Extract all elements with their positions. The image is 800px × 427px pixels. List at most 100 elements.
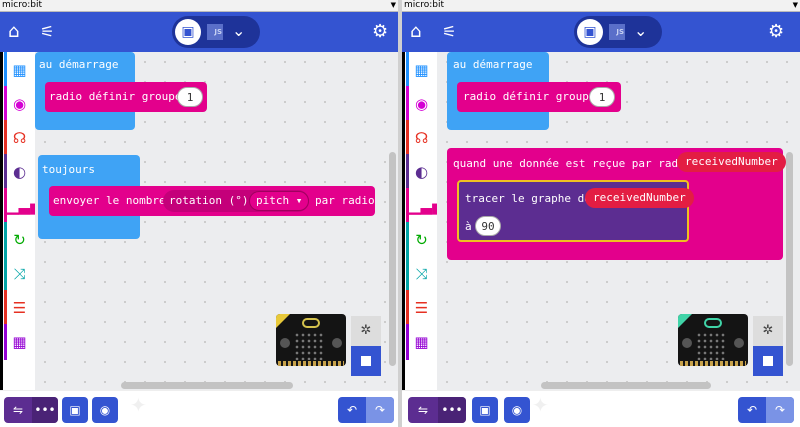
plot-max-input[interactable]: 90 [475, 216, 501, 236]
list-icon[interactable]: ☰ [4, 290, 32, 326]
more-icon[interactable]: ••• [32, 397, 58, 423]
signal-icon[interactable]: ▁▃▅ [406, 188, 444, 224]
simulator-controls: ✲ [753, 316, 783, 376]
window-title-text: micro:bit [2, 0, 42, 10]
title-dropdown-icon[interactable]: ▼ [391, 0, 396, 11]
radio-send-number-block[interactable]: envoyer le nombre rotation (°) pitch ▾ p… [49, 186, 375, 216]
group-number-input[interactable]: 1 [177, 87, 203, 107]
github-glyph: ◉ [511, 403, 523, 417]
simulator-led-grid [696, 332, 726, 360]
calculator-icon[interactable]: ▦ [4, 324, 32, 360]
save-icon[interactable]: ▣ [62, 397, 88, 423]
undo-icon[interactable]: ↶ [338, 397, 366, 423]
window-title: micro:bit ▼ [402, 0, 800, 12]
simulator-logo [704, 318, 722, 328]
stop-icon[interactable] [351, 346, 381, 376]
gear-icon[interactable]: ⚙ [768, 22, 784, 42]
plot-to-label: à [465, 220, 472, 233]
download-group: ⇋ ••• [4, 397, 58, 423]
radio-set-group-block[interactable]: radio définir groupe 1 [45, 82, 207, 112]
microbit-simulator[interactable] [276, 314, 346, 366]
share-icon[interactable]: ⚟ [40, 22, 54, 42]
microbit-simulator[interactable] [678, 314, 748, 366]
simulator-led-grid [294, 332, 324, 360]
shuffle-icon[interactable]: ⤨ [4, 256, 32, 292]
shuffle-icon[interactable]: ⤨ [406, 256, 434, 292]
radio-icon[interactable]: ◉ [406, 86, 434, 122]
simulator-pins [278, 361, 344, 366]
toolbox-edge [402, 52, 405, 390]
toolbox: ▦ ◉ ☊ ◐ ▁▃▅ ↻ ⤨ ☰ ▦ [402, 52, 444, 390]
share-icon[interactable]: ⚟ [442, 22, 456, 42]
on-start-label: au démarrage [39, 58, 119, 71]
redo-icon[interactable]: ↷ [766, 397, 794, 423]
plot-value-variable[interactable]: receivedNumber [585, 188, 694, 208]
github-glyph: ◉ [99, 403, 111, 417]
editor-toggle[interactable]: ▣ JS ⌄ [172, 16, 260, 48]
list-icon[interactable]: ☰ [406, 290, 434, 326]
github-icon[interactable]: ◉ [504, 397, 530, 423]
signal-icon[interactable]: ▁▃▅ [4, 188, 42, 224]
more-icon[interactable]: ••• [438, 397, 466, 423]
chevron-down-icon[interactable]: ⌄ [232, 21, 245, 40]
rotation-label: rotation (°) [169, 194, 249, 207]
javascript-button[interactable]: JS [207, 24, 223, 40]
vertical-scrollbar[interactable] [389, 152, 396, 366]
group-number-input[interactable]: 1 [589, 87, 615, 107]
simulator-button-a[interactable] [280, 338, 290, 348]
simulator-button-b[interactable] [332, 338, 342, 348]
grid-icon[interactable]: ▦ [4, 52, 32, 88]
bug-icon[interactable]: ✲ [753, 316, 783, 346]
usb-icon[interactable]: ⇋ [4, 397, 32, 423]
horizontal-scrollbar[interactable] [121, 382, 293, 389]
left-editor-pane: micro:bit ▼ ⌂ ⚟ ▣ JS ⌄ ⚙ ▦ ◉ ☊ ◐ ▁▃▅ ↻ ⤨ … [0, 0, 398, 427]
on-start-label: au démarrage [453, 58, 533, 71]
simulator-button-a[interactable] [682, 338, 692, 348]
axis-dropdown[interactable]: pitch ▾ [249, 191, 310, 211]
radio-set-group-block[interactable]: radio définir groupe 1 [457, 82, 621, 112]
redo-icon[interactable]: ↷ [366, 397, 394, 423]
chevron-down-icon[interactable]: ⌄ [634, 21, 647, 40]
gear-icon[interactable]: ⚙ [372, 22, 388, 42]
calculator-icon[interactable]: ▦ [406, 324, 434, 360]
simulator-controls: ✲ [351, 316, 381, 376]
grid-icon[interactable]: ▦ [406, 52, 434, 88]
radio-set-group-label: radio définir groupe [463, 90, 596, 103]
radio-icon[interactable]: ◉ [4, 86, 32, 122]
usb-icon[interactable]: ⇋ [408, 397, 438, 423]
undo-icon[interactable]: ↶ [738, 397, 766, 423]
blocks-workspace[interactable]: au démarrage radio définir groupe 1 quan… [437, 52, 800, 390]
horizontal-scrollbar[interactable] [541, 382, 711, 389]
save-icon[interactable]: ▣ [472, 397, 498, 423]
top-menu-bar: ⌂ ⚟ ▣ JS ⌄ ⚙ [402, 12, 800, 52]
blocks-workspace[interactable]: au démarrage radio définir groupe 1 touj… [35, 52, 398, 390]
simulator-button-b[interactable] [734, 338, 744, 348]
received-number-variable[interactable]: receivedNumber [677, 152, 786, 172]
blocks-icon[interactable]: ▣ [577, 19, 603, 45]
javascript-button[interactable]: JS [609, 24, 625, 40]
vertical-scrollbar[interactable] [786, 152, 793, 366]
headphones-icon[interactable]: ☊ [406, 120, 434, 156]
toggle-icon[interactable]: ◐ [4, 154, 32, 190]
radio-set-group-label: radio définir groupe [49, 90, 182, 103]
plot-bar-graph-block[interactable]: tracer le graphe de receivedNumber à 90 [457, 180, 694, 242]
home-icon[interactable]: ⌂ [8, 22, 19, 42]
title-dropdown-icon[interactable]: ▼ [793, 0, 798, 11]
bug-icon[interactable]: ✲ [351, 316, 381, 346]
editor-toggle[interactable]: ▣ JS ⌄ [574, 16, 662, 48]
github-icon[interactable]: ◉ [92, 397, 118, 423]
headphones-icon[interactable]: ☊ [4, 120, 32, 156]
right-editor-pane: micro:bit ▼ ⌂ ⚟ ▣ JS ⌄ ⚙ ▦ ◉ ☊ ◐ ▁▃▅ ↻ ⤨ … [402, 0, 800, 427]
axis-dropdown-value: pitch [256, 194, 290, 207]
toolbox-edge [0, 52, 3, 390]
background-decoration-icon: ✦ [532, 393, 549, 417]
loop-icon[interactable]: ↻ [406, 222, 434, 258]
home-icon[interactable]: ⌂ [410, 22, 421, 42]
loop-icon[interactable]: ↻ [4, 222, 32, 258]
simulator-corner [276, 314, 290, 328]
undo-redo-group: ↶ ↷ [738, 397, 794, 423]
stop-icon[interactable] [753, 346, 783, 376]
rotation-reporter[interactable]: rotation (°) pitch ▾ [163, 190, 310, 212]
blocks-icon[interactable]: ▣ [175, 19, 201, 45]
toggle-icon[interactable]: ◐ [406, 154, 434, 190]
